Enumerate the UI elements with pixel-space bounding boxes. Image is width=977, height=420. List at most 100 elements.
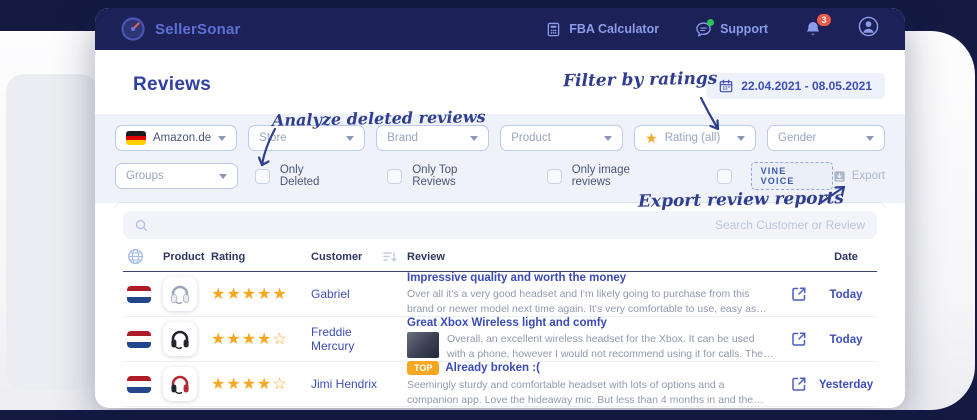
netherlands-flag-icon: [127, 331, 151, 348]
external-link-icon[interactable]: [791, 376, 807, 392]
chevron-down-icon: [866, 136, 874, 141]
review-date: Today: [829, 289, 862, 301]
netherlands-flag-icon: [127, 286, 151, 303]
customer-name[interactable]: Freddie Mercury: [311, 325, 397, 353]
annotation-arrow-down-right: [697, 96, 723, 136]
review-date: Today: [829, 334, 862, 346]
review-row[interactable]: ★★★★★ Gabriel Impressive quality and wor…: [123, 272, 877, 317]
star-icon: ★: [645, 130, 658, 147]
star-rating: ★★★★★: [211, 284, 311, 304]
chevron-down-icon: [470, 136, 478, 141]
top-nav-items: FBA Calculator Support 3: [546, 16, 879, 42]
column-date[interactable]: Date: [815, 251, 877, 263]
column-rating[interactable]: Rating: [211, 251, 311, 263]
export-button[interactable]: Export: [833, 170, 885, 183]
date-range-picker[interactable]: 22.04.2021 - 08.05.2021: [706, 73, 885, 99]
only-top-reviews-checkbox[interactable]: Only Top Reviews: [387, 164, 502, 188]
germany-flag-icon: [126, 131, 146, 145]
customer-name[interactable]: Jimi Hendrix: [311, 377, 377, 391]
review-row[interactable]: ★★★★☆ Freddie Mercury Great Xbox Wireles…: [123, 317, 877, 362]
star-rating: ★★★★☆: [211, 374, 311, 394]
product-image-black-headset[interactable]: [163, 322, 197, 356]
brand-logo[interactable]: SellerSonar: [121, 17, 241, 41]
chevron-down-icon: [604, 136, 612, 141]
marketplace-value: Amazon.de: [153, 132, 211, 144]
export-icon: [833, 170, 846, 183]
reviews-table-card: Product Rating Customer Review Date: [113, 203, 887, 408]
review-body: Seemingly sturdy and comfortable headset…: [407, 378, 775, 408]
review-attached-photo[interactable]: [407, 332, 439, 358]
annotation-analyze-deleted: Analyze deleted reviews: [272, 107, 486, 130]
checkbox-box[interactable]: [547, 169, 562, 184]
column-review[interactable]: Review: [407, 251, 783, 263]
filter-row-dropdowns: Amazon.de Store Brand Product ★ Rating (…: [115, 125, 885, 151]
only-top-label: Only Top Reviews: [412, 164, 502, 188]
annotation-export-reports: Export review reports: [638, 188, 844, 212]
sellersonar-gauge-icon: [121, 17, 145, 41]
calculator-icon: [546, 22, 561, 37]
product-image-red-headset[interactable]: [163, 367, 197, 401]
page-header: Reviews 22.04.2021 - 08.05.2021: [95, 50, 905, 114]
star-rating: ★★★★☆: [211, 329, 311, 349]
gender-dropdown[interactable]: Gender: [767, 125, 885, 151]
date-range-value: 22.04.2021 - 08.05.2021: [741, 79, 872, 93]
column-product[interactable]: Product: [163, 251, 211, 263]
external-link-icon[interactable]: [791, 286, 807, 302]
gender-placeholder: Gender: [778, 132, 859, 144]
notifications-button[interactable]: 3: [804, 20, 822, 38]
groups-dropdown[interactable]: Groups: [115, 163, 238, 189]
chevron-down-icon: [219, 174, 227, 179]
annotation-arrow-up-right: [817, 184, 849, 206]
product-image-white-headset[interactable]: [163, 277, 197, 311]
top-review-badge: TOP: [407, 361, 439, 375]
only-image-label: Only image reviews: [572, 164, 671, 188]
review-date: Yesterday: [819, 379, 873, 391]
review-title[interactable]: Impressive quality and worth the money: [407, 272, 626, 284]
rating-dropdown[interactable]: ★ Rating (all): [634, 125, 756, 151]
review-title[interactable]: Great Xbox Wireless light and comfy: [407, 317, 607, 329]
review-row[interactable]: ★★★★☆ Jimi Hendrix TOP Already broken :(…: [123, 362, 877, 407]
brand-name: SellerSonar: [155, 21, 241, 38]
only-deleted-label: Only Deleted: [280, 164, 345, 188]
search-icon: [135, 219, 148, 232]
support-label: Support: [720, 22, 768, 36]
brand-placeholder: Brand: [387, 132, 463, 144]
chevron-down-icon: [218, 136, 226, 141]
notification-count-badge: 3: [817, 14, 831, 26]
review-body: Overall, an excellent wireless headset f…: [447, 332, 775, 362]
export-label: Export: [852, 170, 885, 182]
checkbox-box[interactable]: [387, 169, 402, 184]
marketplace-dropdown[interactable]: Amazon.de: [115, 125, 237, 151]
calendar-icon: [719, 79, 733, 93]
column-customer[interactable]: Customer: [311, 251, 362, 263]
annotation-filter-by-ratings: Filter by ratings: [563, 69, 718, 92]
customer-name[interactable]: Gabriel: [311, 287, 350, 301]
user-avatar-icon: [858, 16, 879, 37]
globe-icon: [127, 248, 144, 265]
app-window: SellerSonar FBA Calculator: [95, 8, 905, 408]
chevron-down-icon: [346, 136, 354, 141]
filter-row-checkboxes: Groups Only Deleted Only Top Reviews Onl…: [115, 162, 885, 190]
only-image-reviews-checkbox[interactable]: Only image reviews: [547, 164, 671, 188]
vine-voice-checkbox[interactable]: VINE VOICE: [717, 162, 833, 190]
search-bar[interactable]: [123, 211, 877, 239]
background-left-card: [6, 74, 98, 390]
fba-calculator-link[interactable]: FBA Calculator: [546, 22, 659, 37]
product-placeholder: Product: [511, 132, 597, 144]
product-dropdown[interactable]: Product: [500, 125, 623, 151]
table-header: Product Rating Customer Review Date: [123, 239, 877, 272]
external-link-icon[interactable]: [791, 331, 807, 347]
chevron-down-icon: [737, 136, 745, 141]
review-title[interactable]: Already broken :(: [445, 362, 540, 374]
search-input[interactable]: [156, 218, 865, 232]
top-navigation-bar: SellerSonar FBA Calculator: [95, 8, 905, 50]
sort-icon[interactable]: [383, 251, 397, 263]
fba-calculator-label: FBA Calculator: [569, 22, 659, 36]
support-link[interactable]: Support: [695, 21, 768, 38]
netherlands-flag-icon: [127, 376, 151, 393]
checkbox-box[interactable]: [717, 169, 732, 184]
account-avatar-button[interactable]: [858, 16, 879, 42]
groups-placeholder: Groups: [126, 170, 212, 182]
brand-dropdown[interactable]: Brand: [376, 125, 489, 151]
support-online-dot: [707, 19, 714, 26]
